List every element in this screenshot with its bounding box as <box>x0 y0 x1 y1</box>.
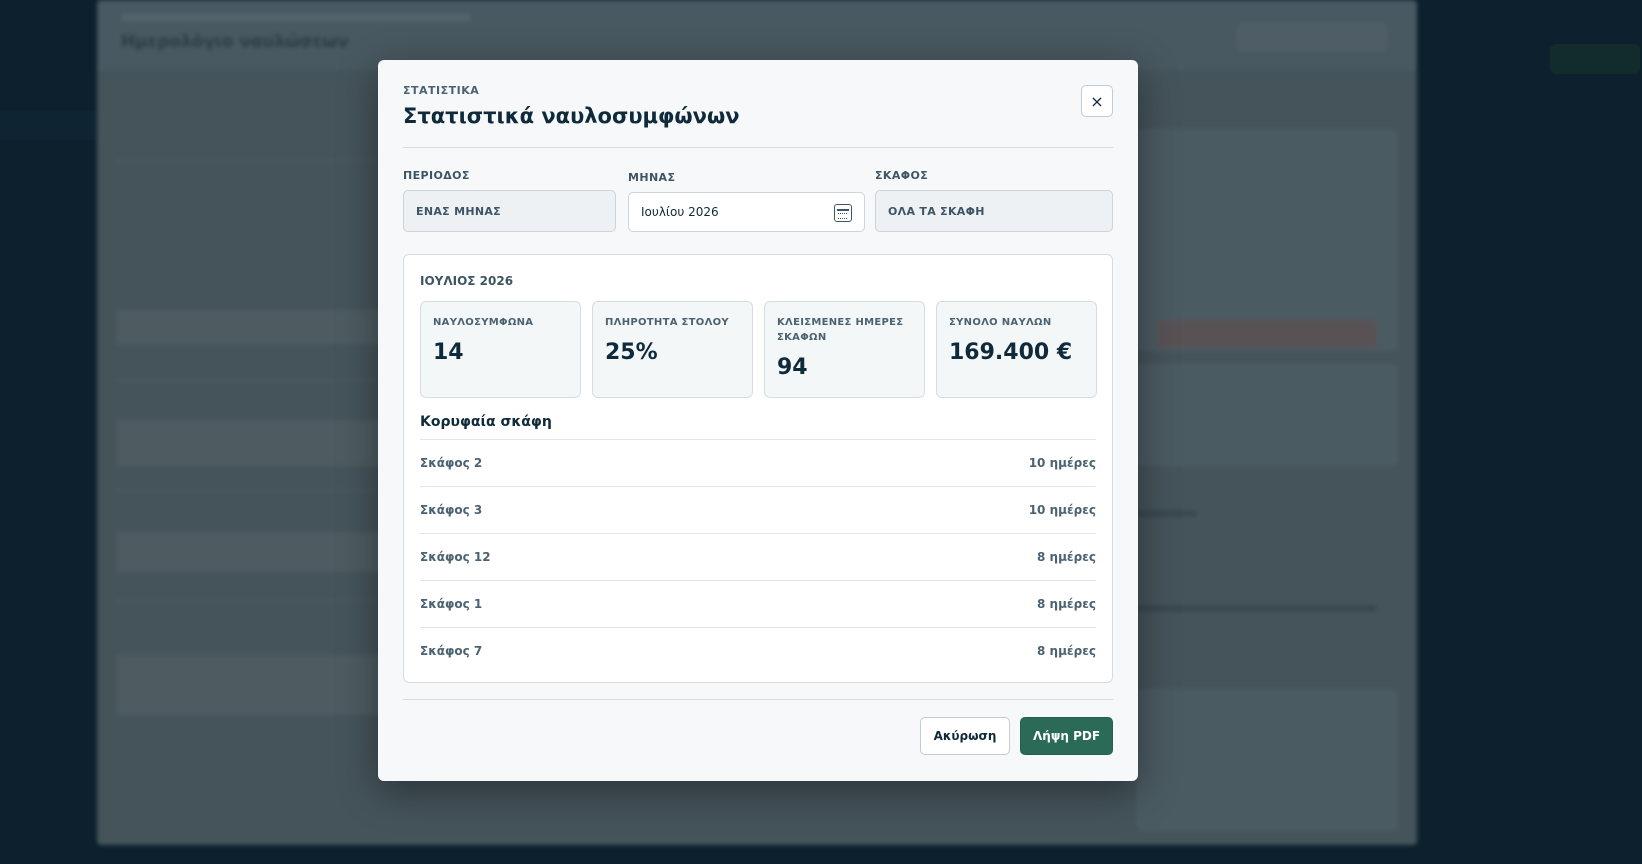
cancel-button[interactable]: Ακύρωση <box>920 717 1010 755</box>
vessel-value: ΟΛΑ ΤΑ ΣΚΑΦΗ <box>888 204 985 218</box>
vessel-days: 8 ημέρες <box>1037 644 1096 658</box>
vessel-name: Σκάφος 7 <box>420 644 483 658</box>
vessel-days: 8 ημέρες <box>1037 597 1096 611</box>
stats-card: ΙΟΥΛΙΟΣ 2026 ΝΑΥΛΟΣΥΜΦΩΝΑ 14 ΠΛΗΡΟΤΗΤΑ Σ… <box>403 254 1113 683</box>
period-value: ΕΝΑΣ ΜΗΝΑΣ <box>416 204 501 218</box>
kpi-charters: ΝΑΥΛΟΣΥΜΦΩΝΑ 14 <box>420 301 581 398</box>
kpi-value: 14 <box>433 340 464 365</box>
footer-divider <box>403 699 1113 700</box>
kpi-value: 25% <box>605 340 658 365</box>
close-icon: × <box>1090 91 1104 111</box>
vessel-days: 10 ημέρες <box>1028 503 1096 517</box>
list-item: Σκάφος 1 8 ημέρες <box>420 580 1096 627</box>
download-pdf-button[interactable]: Λήψη PDF <box>1020 717 1113 755</box>
vessel-name: Σκάφος 1 <box>420 597 483 611</box>
kpi-value: 94 <box>777 355 808 380</box>
list-item: Σκάφος 12 8 ημέρες <box>420 533 1096 580</box>
list-item: Σκάφος 7 8 ημέρες <box>420 627 1096 674</box>
close-button[interactable]: × <box>1081 85 1113 117</box>
kpi-label: ΝΑΥΛΟΣΥΜΦΩΝΑ <box>433 317 534 328</box>
vessel-name: Σκάφος 3 <box>420 503 483 517</box>
period-select[interactable]: ΕΝΑΣ ΜΗΝΑΣ <box>403 190 616 232</box>
kpi-label: ΣΥΝΟΛΟ ΝΑΥΛΩΝ <box>949 317 1052 328</box>
list-item: Σκάφος 3 10 ημέρες <box>420 486 1096 533</box>
kpi-fleet-occupancy: ΠΛΗΡΟΤΗΤΑ ΣΤΟΛΟΥ 25% <box>592 301 753 398</box>
stats-period-heading: ΙΟΥΛΙΟΣ 2026 <box>420 274 514 288</box>
modal-title: Στατιστικά ναυλοσυμφώνων <box>403 104 740 128</box>
kpi-label: ΠΛΗΡΟΤΗΤΑ ΣΤΟΛΟΥ <box>605 317 729 328</box>
period-label: ΠΕΡΙΟΔΟΣ <box>403 169 470 182</box>
modal-eyebrow: ΣΤΑΤΙΣΤΙΚΑ <box>403 84 480 97</box>
vessel-select[interactable]: ΟΛΑ ΤΑ ΣΚΑΦΗ <box>875 190 1113 232</box>
top-vessels-title: Κορυφαία σκάφη <box>420 414 552 430</box>
list-item: Σκάφος 2 10 ημέρες <box>420 439 1096 486</box>
header-divider <box>403 147 1113 148</box>
month-value: Ιουλίου 2026 <box>641 205 719 219</box>
kpi-booked-days: ΚΛΕΙΣΜΕΝΕΣ ΗΜΕΡΕΣ ΣΚΑΦΩΝ 94 <box>764 301 925 398</box>
month-picker-input[interactable]: Ιουλίου 2026 <box>628 192 865 232</box>
calendar-icon[interactable] <box>834 204 852 222</box>
vessel-days: 8 ημέρες <box>1037 550 1096 564</box>
kpi-total-charter-fees: ΣΥΝΟΛΟ ΝΑΥΛΩΝ 169.400 € <box>936 301 1097 398</box>
kpi-value: 169.400 € <box>949 340 1073 365</box>
vessel-name: Σκάφος 2 <box>420 456 483 470</box>
vessel-name: Σκάφος 12 <box>420 550 491 564</box>
kpi-label: ΚΛΕΙΣΜΕΝΕΣ ΗΜΕΡΕΣ ΣΚΑΦΩΝ <box>777 317 904 343</box>
statistics-modal: ΣΤΑΤΙΣΤΙΚΑ Στατιστικά ναυλοσυμφώνων × ΠΕ… <box>378 60 1138 781</box>
vessel-days: 10 ημέρες <box>1028 456 1096 470</box>
vessel-label: ΣΚΑΦΟΣ <box>875 169 929 182</box>
month-label: ΜΗΝΑΣ <box>628 171 676 184</box>
